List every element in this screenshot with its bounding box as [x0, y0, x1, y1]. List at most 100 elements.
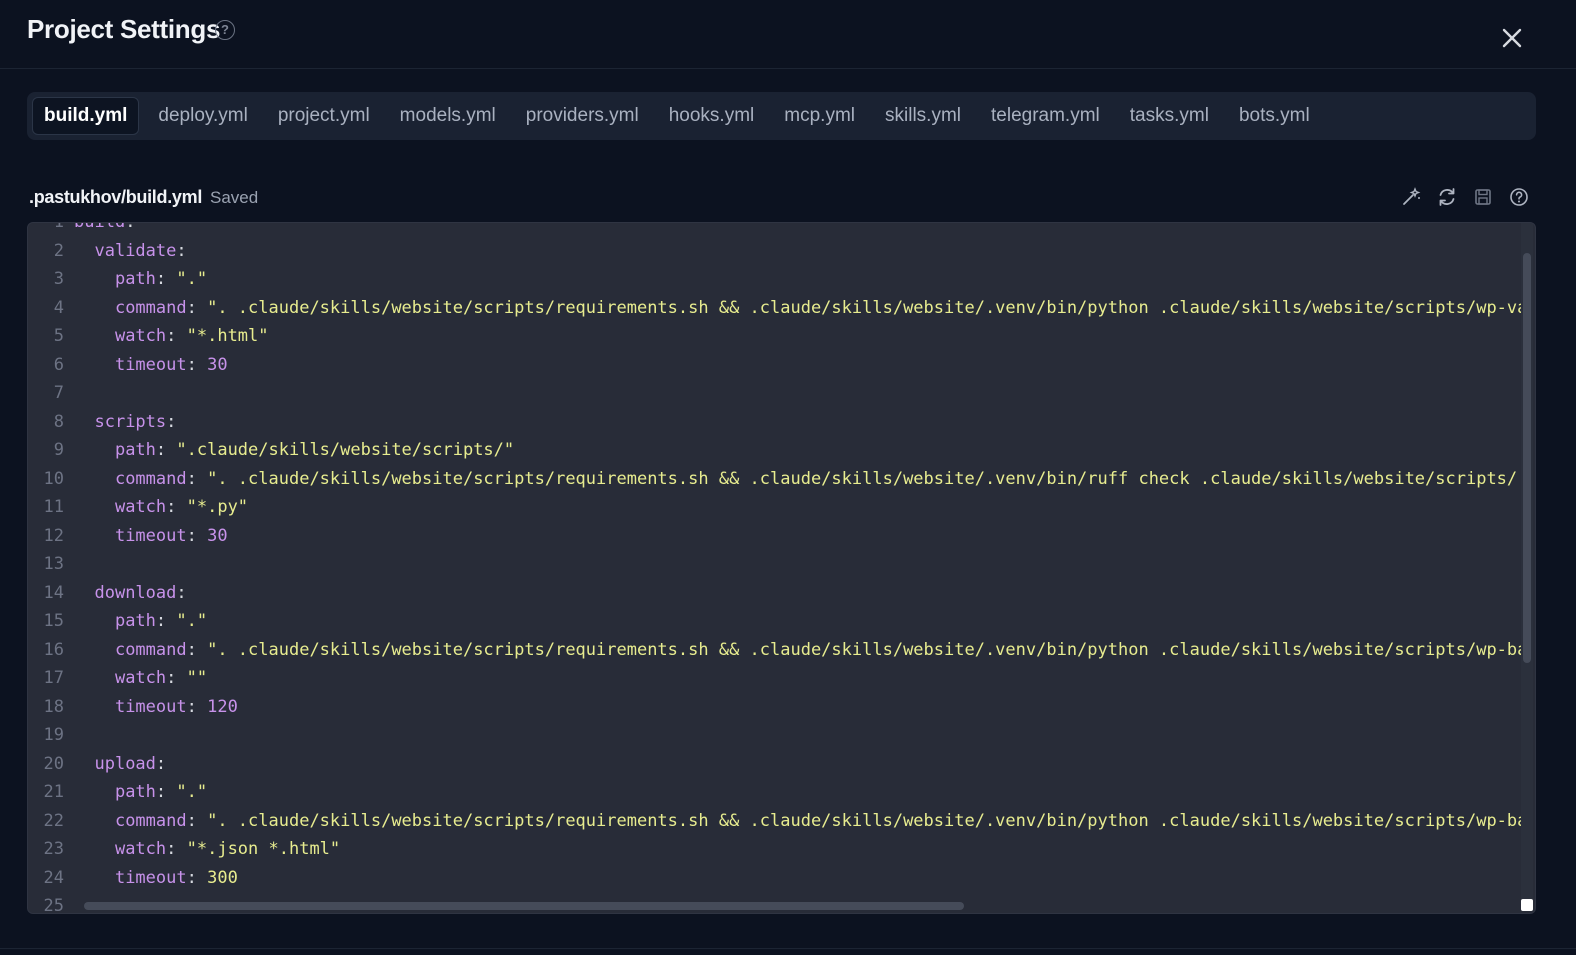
yaml-value: ". .claude/skills/website/scripts/requir… — [207, 468, 1523, 489]
code-line[interactable]: 3 path: "." — [28, 265, 1523, 294]
yaml-key: watch — [114, 668, 167, 688]
line-number: 4 — [53, 297, 64, 318]
line-number: 19 — [43, 725, 64, 745]
code-line[interactable]: 8 scripts: — [28, 408, 1523, 437]
yaml-punct — [74, 583, 94, 603]
yaml-key: timeout — [114, 525, 187, 546]
code-line[interactable]: 5 watch: "*.html" — [28, 322, 1523, 351]
code-line[interactable]: 20 upload: — [28, 750, 1523, 779]
yaml-key: scripts — [94, 411, 167, 432]
code-line[interactable]: 6 timeout: 30 — [28, 351, 1523, 380]
tab-models[interactable]: models.yml — [389, 97, 507, 135]
yaml-punct — [74, 697, 115, 717]
yaml-value: 300 — [207, 867, 238, 888]
vertical-scroll-thumb[interactable] — [1523, 253, 1531, 663]
line-number: 12 — [43, 525, 64, 546]
tab-skills[interactable]: skills.yml — [874, 97, 972, 135]
yaml-key: path — [114, 269, 156, 289]
tab-telegram[interactable]: telegram.yml — [980, 97, 1111, 135]
yaml-punct — [74, 269, 115, 289]
tab-deploy[interactable]: deploy.yml — [147, 97, 258, 135]
yaml-punct: : — [176, 240, 187, 261]
code-line[interactable]: 4 command: ". .claude/skills/website/scr… — [28, 294, 1523, 323]
yaml-punct: : — [186, 297, 208, 318]
code-line[interactable]: 23 watch: "*.json *.html" — [28, 835, 1523, 864]
code-line[interactable]: 15 path: "." — [28, 607, 1523, 636]
horizontal-scrollbar[interactable] — [28, 899, 1523, 913]
tab-providers[interactable]: providers.yml — [515, 97, 650, 135]
help-icon[interactable] — [1508, 186, 1530, 208]
code-line[interactable]: 22 command: ". .claude/skills/website/sc… — [28, 807, 1523, 836]
code-line[interactable]: 17 watch: "" — [28, 664, 1523, 693]
line-number: 24 — [43, 867, 64, 888]
yaml-value: ". .claude/skills/website/scripts/requir… — [207, 297, 1523, 318]
tab-bots[interactable]: bots.yml — [1228, 97, 1321, 135]
yaml-punct: : — [155, 269, 177, 289]
yaml-key: command — [114, 639, 187, 660]
code-line[interactable]: 21 path: "." — [28, 778, 1523, 807]
code-line[interactable]: 10 command: ". .claude/skills/website/sc… — [28, 465, 1523, 494]
magic-wand-icon[interactable] — [1400, 186, 1422, 208]
yaml-punct: : — [166, 326, 187, 346]
tab-build[interactable]: build.yml — [32, 97, 140, 135]
code-content[interactable]: 1 build: 2 validate: 3 path: "." 4 command: … — [28, 222, 1523, 913]
horizontal-scroll-thumb[interactable] — [84, 902, 964, 910]
yaml-punct: : — [186, 468, 208, 489]
help-icon[interactable]: ? — [215, 20, 235, 40]
line-number: 21 — [43, 782, 64, 802]
code-line[interactable]: 1 build: — [28, 222, 1523, 237]
line-number: 23 — [43, 839, 64, 859]
close-icon[interactable] — [1496, 22, 1528, 54]
resize-handle[interactable] — [1521, 899, 1533, 911]
yaml-key: download — [94, 582, 177, 603]
yaml-punct — [74, 754, 94, 774]
code-line[interactable]: 24 timeout: 300 — [28, 864, 1523, 893]
yaml-punct: : — [166, 839, 187, 859]
yaml-key: command — [114, 297, 187, 318]
yaml-punct: : — [155, 611, 177, 631]
yaml-key: timeout — [114, 354, 187, 375]
tab-tasks[interactable]: tasks.yml — [1119, 97, 1220, 135]
line-number: 18 — [43, 696, 64, 717]
code-line[interactable]: 9 path: ".claude/skills/website/scripts/… — [28, 436, 1523, 465]
line-number: 20 — [43, 753, 64, 774]
dialog-header: Project Settings ? — [0, 0, 1576, 69]
yaml-punct: : — [125, 222, 136, 232]
refresh-icon[interactable] — [1436, 186, 1458, 208]
yaml-punct — [74, 440, 115, 460]
yaml-punct — [74, 640, 115, 660]
yaml-value: ". .claude/skills/website/scripts/requir… — [207, 810, 1523, 831]
yaml-punct — [74, 868, 115, 888]
code-line[interactable]: 2 validate: — [28, 237, 1523, 266]
code-line[interactable]: 13 — [28, 550, 1523, 579]
yaml-value: "." — [176, 269, 208, 289]
line-number: 1 — [53, 222, 64, 232]
save-status: Saved — [210, 188, 259, 207]
tab-hooks[interactable]: hooks.yml — [658, 97, 766, 135]
code-line[interactable]: 16 command: ". .claude/skills/website/sc… — [28, 636, 1523, 665]
yaml-punct — [74, 469, 115, 489]
yaml-punct: : — [186, 810, 208, 831]
code-line[interactable]: 19 — [28, 721, 1523, 750]
code-line[interactable]: 11 watch: "*.py" — [28, 493, 1523, 522]
code-line[interactable]: 14 download: — [28, 579, 1523, 608]
code-line[interactable]: 7 — [28, 379, 1523, 408]
line-number: 3 — [53, 269, 64, 289]
line-number: 16 — [43, 639, 64, 660]
tab-project[interactable]: project.yml — [267, 97, 381, 135]
code-line[interactable]: 18 timeout: 120 — [28, 693, 1523, 722]
yaml-value: ". .claude/skills/website/scripts/requir… — [207, 639, 1523, 660]
tab-mcp[interactable]: mcp.yml — [773, 97, 866, 135]
yaml-punct — [74, 412, 94, 432]
yaml-punct — [74, 611, 115, 631]
yaml-key: command — [114, 468, 187, 489]
code-editor[interactable]: 1 build: 2 validate: 3 path: "." 4 command: … — [27, 222, 1536, 914]
save-icon[interactable] — [1472, 186, 1494, 208]
line-number: 10 — [43, 468, 64, 489]
code-line[interactable]: 12 timeout: 30 — [28, 522, 1523, 551]
yaml-key: path — [114, 782, 156, 802]
vertical-scrollbar[interactable] — [1521, 223, 1533, 901]
yaml-punct — [74, 326, 115, 346]
yaml-punct — [74, 526, 115, 546]
yaml-punct — [74, 782, 115, 802]
